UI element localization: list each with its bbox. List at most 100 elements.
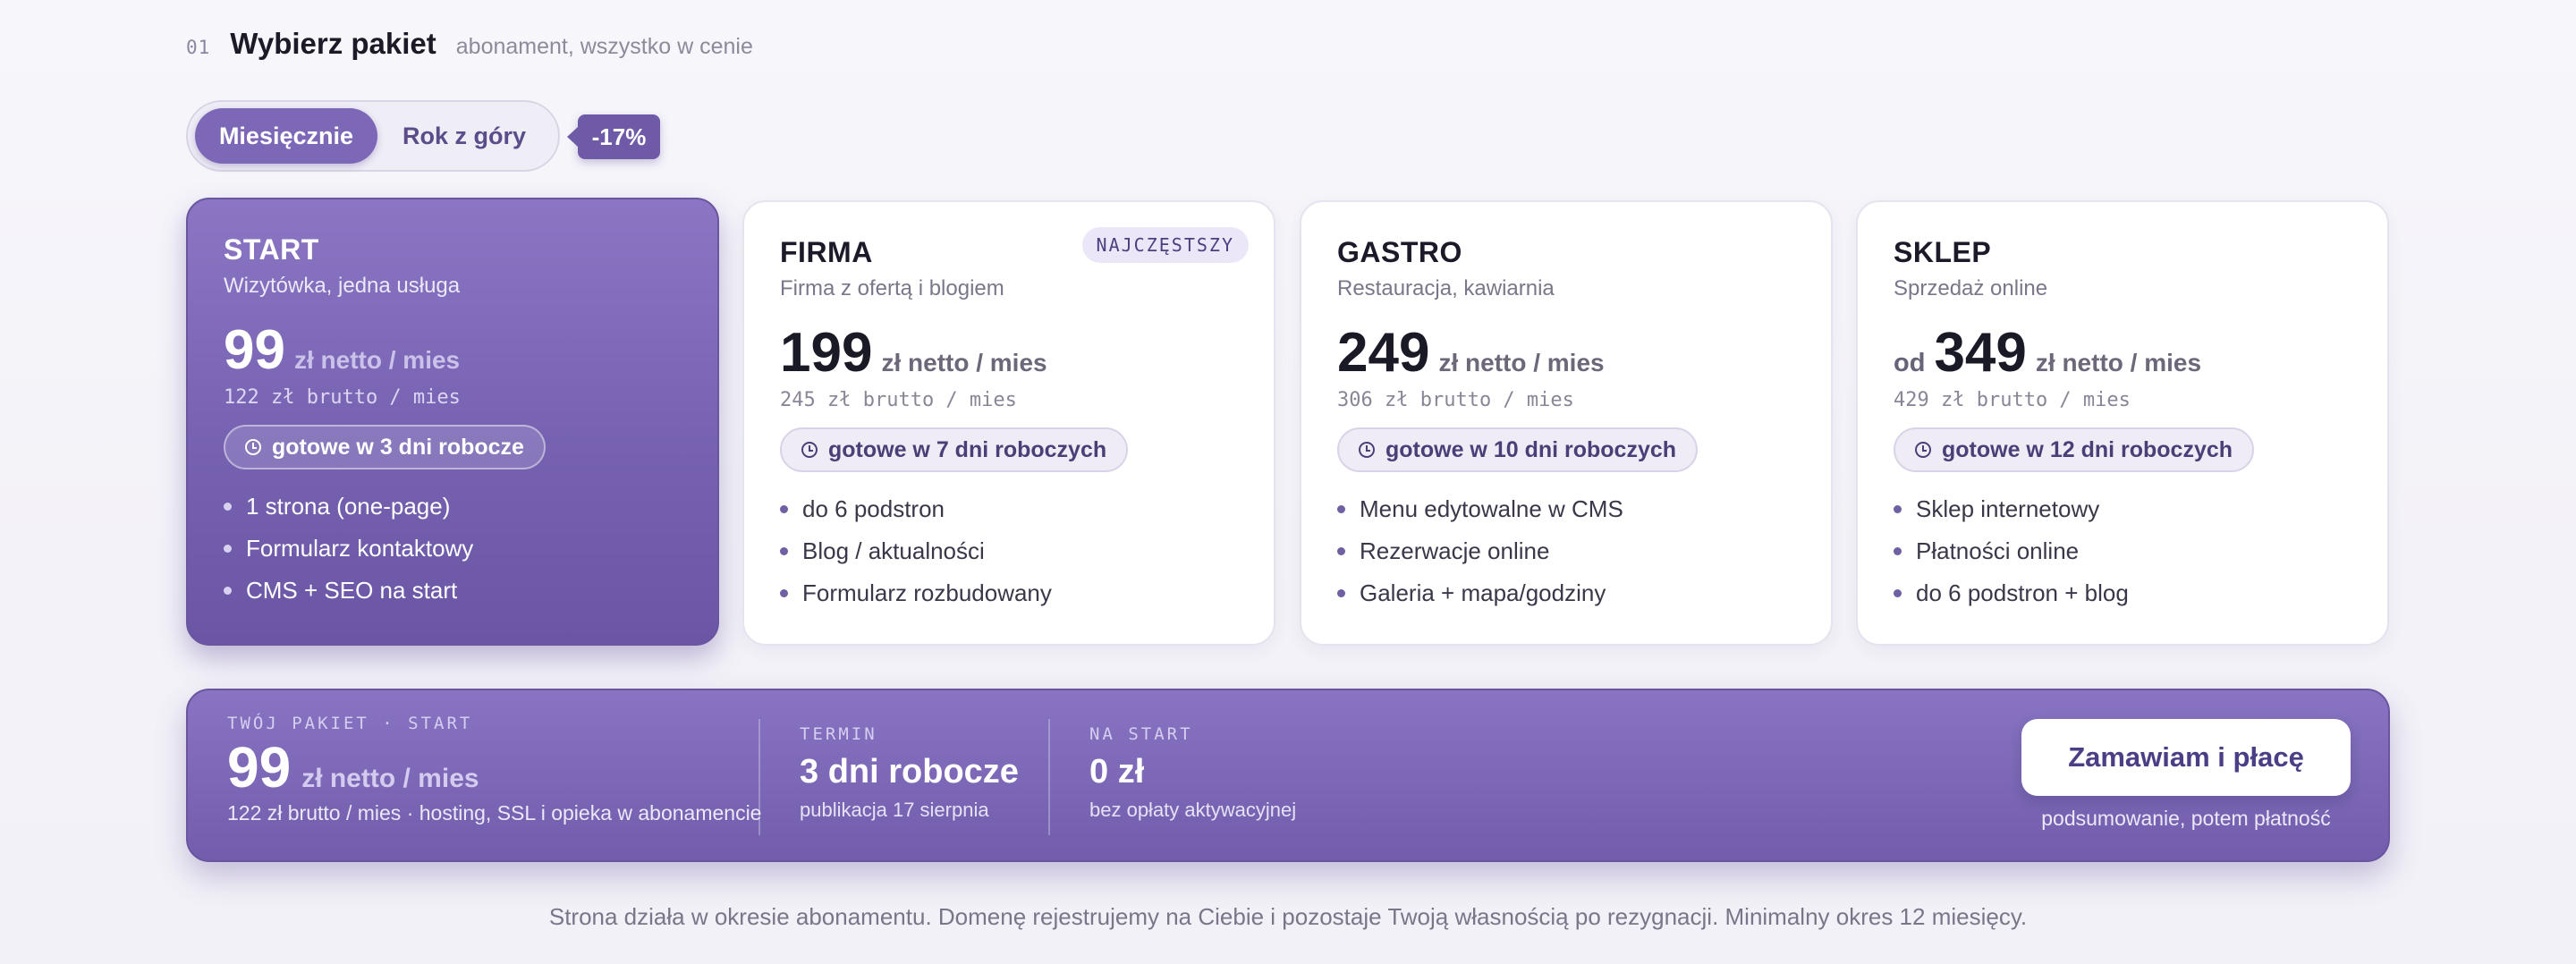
plan-card-firma[interactable]: NAJCZĘSTSZY FIRMA Firma z ofertą i blogi… — [742, 200, 1275, 646]
feature-item: Płatności online — [1894, 530, 2351, 572]
step-number: 01 — [186, 37, 211, 58]
summary-term-value: 3 dni robocze — [800, 753, 1019, 791]
plan-name: GASTRO — [1337, 236, 1462, 268]
billing-toggle[interactable]: Miesięcznie Rok z góry — [186, 100, 560, 172]
summary-price-unit: zł netto / mies — [301, 764, 479, 793]
price-prefix: od — [1894, 349, 1926, 377]
summary-divider — [1048, 719, 1050, 835]
bullet-icon — [780, 589, 788, 597]
feature-text: Formularz rozbudowany — [802, 579, 1052, 606]
bullet-icon — [780, 547, 788, 555]
feature-text: Rezerwacje online — [1360, 537, 1550, 564]
price-amount: 99 — [224, 319, 285, 381]
feature-text: Formularz kontaktowy — [246, 535, 474, 562]
popular-badge: NAJCZĘSTSZY — [1081, 227, 1249, 263]
plan-description: Firma z ofertą i blogiem — [780, 276, 1004, 300]
bullet-icon — [1337, 589, 1345, 597]
bullet-icon — [224, 587, 232, 595]
summary-term-label: TERMIN — [800, 724, 877, 744]
billing-yearly-option[interactable]: Rok z góry — [377, 108, 551, 164]
billing-monthly-option[interactable]: Miesięcznie — [195, 108, 377, 164]
feature-list: do 6 podstron Blog / aktualności Formula… — [780, 488, 1238, 614]
feature-item: Menu edytowalne w CMS — [1337, 488, 1795, 530]
feature-item: do 6 podstron + blog — [1894, 572, 2351, 614]
price-unit: zł netto / mies — [293, 346, 461, 374]
summary-divider — [758, 719, 760, 835]
ready-time-pill: gotowe w 7 dni roboczych — [780, 427, 1129, 472]
feature-text: Menu edytowalne w CMS — [1360, 495, 1623, 522]
bullet-icon — [780, 505, 788, 513]
ready-time-label: gotowe w 7 dni roboczych — [828, 436, 1107, 462]
price-amount: 249 — [1337, 322, 1430, 384]
price-unit: zł netto / mies — [1438, 349, 1605, 376]
order-and-pay-button[interactable]: Zamawiam i płacę — [2021, 719, 2351, 796]
bullet-icon — [224, 503, 232, 511]
clock-icon — [245, 439, 261, 455]
price-gross: 245 zł brutto / mies — [780, 389, 1017, 411]
summary-start-sub: bez opłaty aktywacyjnej — [1089, 799, 1297, 821]
plan-card-sklep[interactable]: SKLEP Sprzedaż online od 349 zł netto / … — [1856, 200, 2389, 646]
summary-term-sub: publikacja 17 sierpnia — [800, 799, 989, 821]
order-summary-bar: TWÓJ PAKIET · START 99 zł netto / mies 1… — [186, 689, 2390, 862]
plan-price: od 349 zł netto / mies — [1894, 322, 2351, 384]
feature-text: do 6 podstron + blog — [1916, 579, 2129, 606]
summary-package-label: TWÓJ PAKIET · START — [227, 714, 473, 733]
feature-list: 1 strona (one-page) Formularz kontaktowy… — [224, 486, 682, 612]
bullet-icon — [1337, 505, 1345, 513]
clock-icon — [1915, 442, 1931, 458]
page-subtitle: abonament, wszystko w cenie — [455, 34, 753, 59]
price-gross: 122 zł brutto / mies — [224, 386, 461, 409]
price-amount: 349 — [1934, 322, 2027, 384]
plan-card-start[interactable]: START Wizytówka, jedna usługa 99 zł nett… — [186, 198, 719, 646]
price-unit: zł netto / mies — [881, 349, 1047, 376]
summary-start-value: 0 zł — [1089, 753, 1145, 791]
ready-time-label: gotowe w 10 dni roboczych — [1385, 436, 1677, 462]
feature-text: do 6 podstron — [802, 495, 945, 522]
feature-list: Sklep internetowy Płatności online do 6 … — [1894, 488, 2351, 614]
subscription-footnote: Strona działa w okresie abonamentu. Dome… — [548, 903, 2028, 930]
feature-text: Płatności online — [1916, 537, 2080, 564]
feature-list: Menu edytowalne w CMS Rezerwacje online … — [1337, 488, 1795, 614]
section-header: 01 Wybierz pakiet abonament, wszystko w … — [186, 27, 753, 61]
page-title: Wybierz pakiet — [230, 27, 436, 60]
price-unit: zł netto / mies — [2035, 349, 2202, 376]
ready-time-pill: gotowe w 10 dni roboczych — [1337, 427, 1699, 472]
summary-price: 99 zł netto / mies — [227, 735, 761, 799]
feature-item: Formularz rozbudowany — [780, 572, 1238, 614]
clock-icon — [801, 442, 818, 458]
feature-item: Rezerwacje online — [1337, 530, 1795, 572]
bullet-icon — [224, 545, 232, 553]
bullet-icon — [1337, 547, 1345, 555]
ready-time-pill: gotowe w 3 dni robocze — [224, 425, 546, 469]
plan-name: START — [224, 233, 319, 266]
summary-start: NA START 0 zł bez opłaty aktywacyjnej — [1089, 724, 1296, 822]
plan-price: 199 zł netto / mies — [780, 322, 1238, 384]
feature-item: CMS + SEO na start — [224, 570, 682, 612]
feature-item: Sklep internetowy — [1894, 488, 2351, 530]
feature-item: 1 strona (one-page) — [224, 486, 682, 528]
plan-price: 99 zł netto / mies — [224, 319, 682, 381]
price-gross: 429 zł brutto / mies — [1894, 389, 2131, 411]
summary-package: TWÓJ PAKIET · START 99 zł netto / mies 1… — [227, 714, 761, 825]
feature-item: Galeria + mapa/godziny — [1337, 572, 1795, 614]
discount-badge: -17% — [567, 114, 660, 159]
plan-price: 249 zł netto / mies — [1337, 322, 1795, 384]
summary-term: TERMIN 3 dni robocze publikacja 17 sierp… — [800, 724, 1019, 822]
feature-text: CMS + SEO na start — [246, 577, 458, 604]
order-button-caption: podsumowanie, potem płatność — [2041, 807, 2331, 830]
ready-time-pill: gotowe w 12 dni roboczych — [1894, 427, 2255, 472]
plan-card-gastro[interactable]: GASTRO Restauracja, kawiarnia 249 zł net… — [1300, 200, 1833, 646]
price-amount: 199 — [780, 322, 873, 384]
feature-item: Blog / aktualności — [780, 530, 1238, 572]
feature-text: Sklep internetowy — [1916, 495, 2100, 522]
feature-text: Blog / aktualności — [802, 537, 985, 564]
feature-item: do 6 podstron — [780, 488, 1238, 530]
summary-price-amount: 99 — [227, 735, 292, 799]
feature-text: Galeria + mapa/godziny — [1360, 579, 1606, 606]
summary-price-note: 122 zł brutto / mies · hosting, SSL i op… — [227, 801, 762, 824]
summary-start-label: NA START — [1089, 724, 1193, 744]
feature-text: 1 strona (one-page) — [246, 493, 451, 520]
plan-description: Wizytówka, jedna usługa — [224, 274, 461, 298]
clock-icon — [1359, 442, 1375, 458]
bullet-icon — [1894, 505, 1902, 513]
